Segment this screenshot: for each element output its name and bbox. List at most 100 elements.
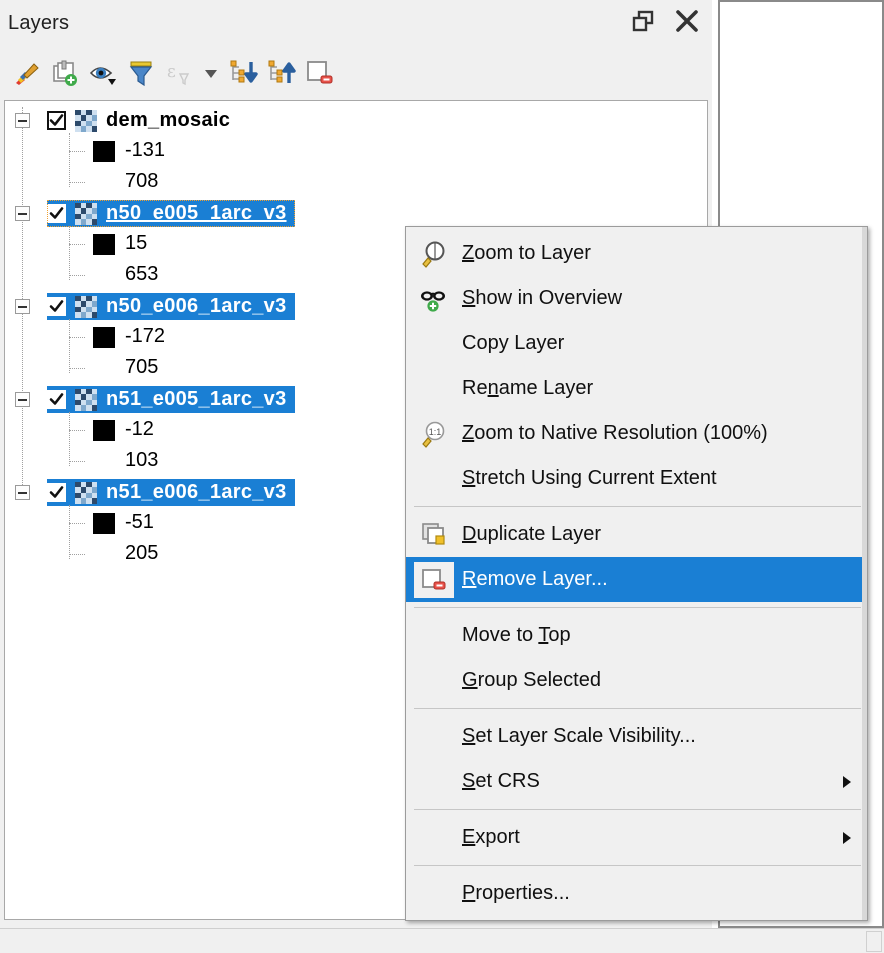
close-icon[interactable] [672,6,702,36]
menu-item[interactable]: 1:1 Zoom to Native Resolution (100%) [406,411,867,456]
legend-row: -131 [5,136,707,167]
legend-value-label: 205 [125,542,159,564]
layer-row-content[interactable]: n50_e006_1arc_v3 [47,293,295,320]
legend-color-swatch [93,327,115,348]
filter-legend-icon[interactable] [122,54,160,92]
add-group-icon[interactable] [46,54,84,92]
menu-item[interactable]: Properties... [406,871,867,916]
layer-expander[interactable] [15,299,30,314]
show-in-overview-icon [414,281,454,317]
menu-item-label: Show in Overview [462,287,623,309]
layer-expander[interactable] [15,392,30,407]
layer-visibility-checkbox[interactable] [47,111,66,130]
menu-item[interactable]: Set Layer Scale Visibility... [406,714,867,759]
menu-item-label: Duplicate Layer [462,523,601,545]
legend-color-swatch [93,420,115,441]
menu-item-label: Set CRS [462,770,540,792]
layer-name-label: n51_e005_1arc_v3 [106,388,287,410]
duplicate-layer-icon [414,517,454,553]
menu-item[interactable]: Zoom to Layer [406,231,867,276]
menu-item[interactable]: Copy Layer [406,321,867,366]
menu-item[interactable]: Remove Layer... [406,557,867,602]
menu-item[interactable]: Move to Top [406,613,867,658]
legend-value-label: -131 [125,139,166,161]
raster-layer-icon [75,295,97,318]
legend-value-label: -51 [125,511,154,533]
legend-color-swatch [93,141,115,162]
menu-item[interactable]: Group Selected [406,658,867,703]
legend-row: 708 [5,167,707,198]
manage-map-themes-icon[interactable] [84,54,122,92]
menu-separator [414,506,861,507]
qgis-layers-panel-screen: Layers ε dem_mosaic -131 708 n50_e005_1a… [0,0,884,953]
expression-dropdown-icon[interactable] [198,54,224,92]
layer-context-menu[interactable]: Zoom to Layer Show in Overview Copy Layer R… [405,226,868,921]
menu-separator [414,708,861,709]
layers-toolbar: ε [0,50,712,96]
menu-item-label: Properties... [462,882,570,904]
menu-separator [414,809,861,810]
raster-layer-icon [75,109,97,132]
raster-layer-icon [75,481,97,504]
legend-value-label: 653 [125,263,159,285]
layer-row-content[interactable]: n50_e005_1arc_v3 [47,200,295,227]
layer-tree-row[interactable]: n50_e005_1arc_v3 [5,198,707,229]
menu-item[interactable]: Set CRS [406,759,867,804]
menu-item-label: Group Selected [462,669,601,691]
layer-row-content[interactable]: n51_e006_1arc_v3 [47,479,295,506]
layer-row-content[interactable]: n51_e005_1arc_v3 [47,386,295,413]
bottom-status-bar [0,928,884,953]
menu-item[interactable]: Stretch Using Current Extent [406,456,867,501]
panel-header-buttons [628,6,702,36]
menu-item-label: Export [462,826,520,848]
layer-visibility-checkbox[interactable] [47,297,66,316]
svg-text:ε: ε [167,62,176,82]
zoom-to-layer-icon [414,236,454,272]
legend-value-label: 103 [125,449,159,471]
legend-value-label: 708 [125,170,159,192]
layer-name-label: n51_e006_1arc_v3 [106,481,287,503]
layer-row-content[interactable]: dem_mosaic [47,107,238,134]
menu-item[interactable]: Duplicate Layer [406,512,867,557]
menu-item-label: Stretch Using Current Extent [462,467,717,489]
layer-expander[interactable] [15,206,30,221]
menu-item[interactable]: Show in Overview [406,276,867,321]
remove-layer-group-icon[interactable] [300,54,338,92]
layer-expander[interactable] [15,113,30,128]
layer-name-label: n50_e005_1arc_v3 [106,202,287,224]
menu-item-label: Copy Layer [462,332,565,354]
expand-all-icon[interactable] [224,54,262,92]
open-layer-styling-panel-icon[interactable] [8,54,46,92]
layer-expander[interactable] [15,485,30,500]
submenu-arrow-icon [843,831,851,844]
menu-item[interactable]: Rename Layer [406,366,867,411]
raster-layer-icon [75,388,97,411]
layer-visibility-checkbox[interactable] [47,390,66,409]
menu-item-label: Zoom to Layer [462,242,591,264]
layer-visibility-checkbox[interactable] [47,204,66,223]
layer-tree-row[interactable]: dem_mosaic [5,105,707,136]
legend-value-label: 15 [125,232,148,254]
layer-visibility-checkbox[interactable] [47,483,66,502]
menu-item-label: Move to Top [462,624,571,646]
menu-item[interactable]: Export [406,815,867,860]
legend-value-label: 705 [125,356,159,378]
panel-header: Layers [0,0,712,48]
legend-color-swatch [93,513,115,534]
menu-item-label: Set Layer Scale Visibility... [462,725,696,747]
svg-text:1:1: 1:1 [429,427,442,437]
collapse-all-icon[interactable] [262,54,300,92]
filter-legend-by-expression-icon: ε [160,54,198,92]
legend-value-label: -12 [125,418,154,440]
menu-item-label: Zoom to Native Resolution (100%) [462,422,768,444]
legend-value-label: -172 [125,325,166,347]
submenu-arrow-icon [843,775,851,788]
undock-icon[interactable] [628,6,658,36]
panel-title: Layers [8,12,70,34]
layer-name-label: n50_e006_1arc_v3 [106,295,287,317]
raster-layer-icon [75,202,97,225]
menu-separator [414,607,861,608]
context-menu-scrollbar [862,227,867,920]
zoom-native-resolution-icon: 1:1 [414,416,454,452]
horizontal-scrollbar[interactable] [866,931,882,952]
